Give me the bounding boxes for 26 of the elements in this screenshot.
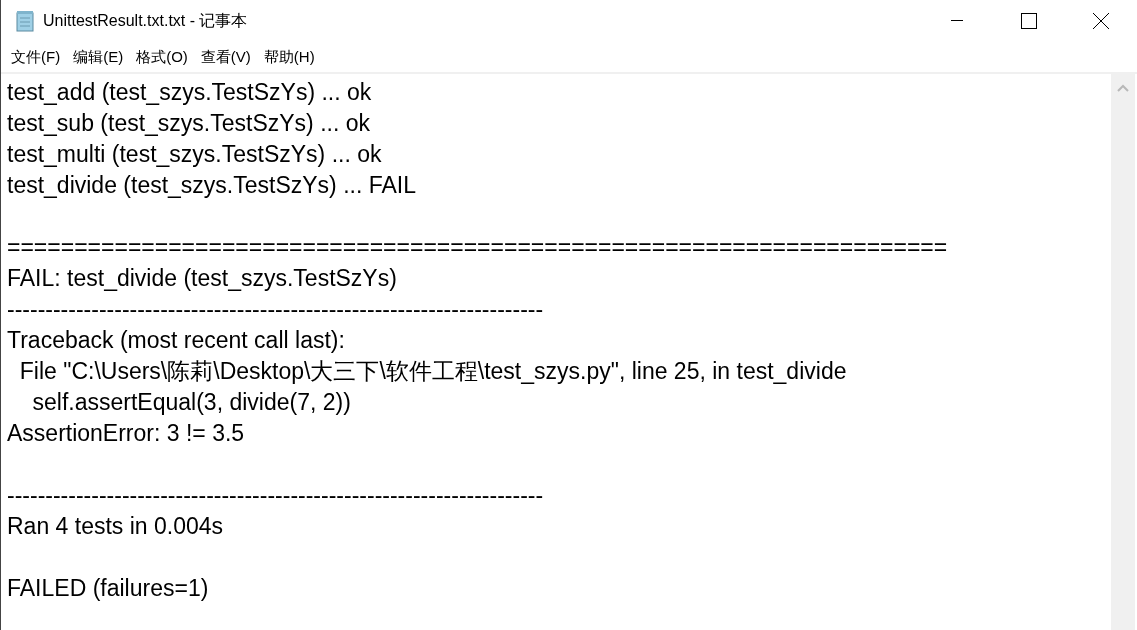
minimize-icon [951,20,963,22]
menu-item[interactable]: 编辑(E) [67,45,130,69]
menu-item[interactable]: 文件(F) [5,45,67,69]
text-line: test_add (test_szys.TestSzYs) ... ok [7,78,372,107]
text-line: test_divide (test_szys.TestSzYs) ... FAIL [7,171,417,200]
close-icon [1093,13,1109,29]
menu-item[interactable]: 格式(O) [130,45,194,69]
text-line: FAIL: test_divide (test_szys.TestSzYs) [7,264,397,293]
menu-item[interactable]: 查看(V) [194,45,257,69]
text-line: test_sub (test_szys.TestSzYs) ... ok [7,109,370,138]
scroll-up-icon[interactable] [1117,84,1129,92]
maximize-icon [1021,13,1037,29]
text-line: ====================================================================== [7,233,948,262]
text-line: Ran 4 tests in 0.004s [7,512,224,541]
text-line: FAILED (failures=1) [7,574,209,603]
menu-item[interactable]: 帮助(H) [257,45,321,69]
text-line: ---------------------------------------------------------------------- [7,481,544,510]
text-line: self.assertEqual(3, divide(7, 2)) [31,388,351,417]
text-line: AssertionError: 3 != 3.5 [7,419,245,448]
text-line: Traceback (most recent call last): [7,326,345,355]
window-title: UnittestResult.txt.txt - 记事本 [43,11,248,31]
text-line: ---------------------------------------------------------------------- [7,295,544,324]
text-line: File "C:\Users\陈莉\Desktop\大三下\软件工程\test_szys.py", line 25, in test_divide [18,357,847,386]
text-line: test_multi (test_szys.TestSzYs) ... ok [7,140,382,169]
scrollbar[interactable] [1111,74,1135,630]
notepad-icon [15,10,35,32]
